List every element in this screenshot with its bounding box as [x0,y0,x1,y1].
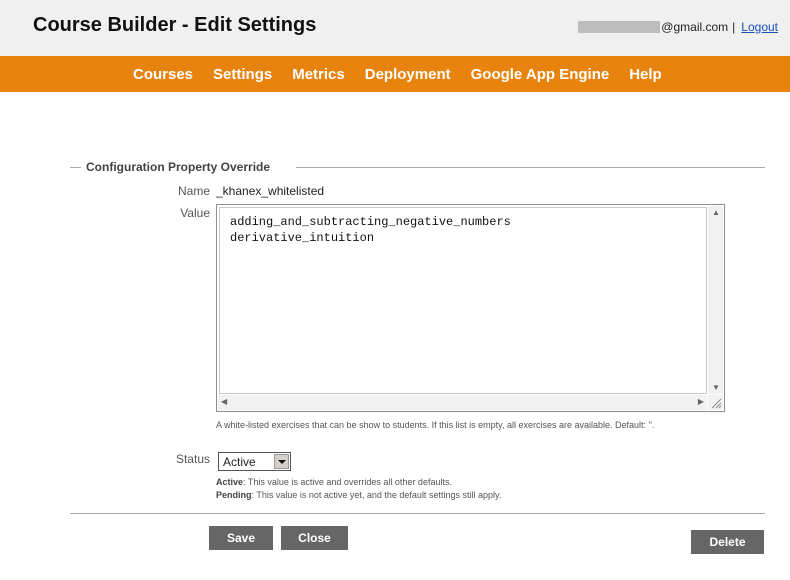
scroll-left-icon[interactable]: ◀ [221,397,227,406]
property-name: _khanex_whitelisted [216,184,325,198]
status-help: Active: This value is active and overrid… [216,476,501,502]
textarea-edit-area[interactable]: adding_and_subtracting_negative_numbers … [219,207,707,394]
nav-help[interactable]: Help [629,66,662,83]
user-info: @gmail.com | Logout [578,20,778,34]
pending-desc: : This value is not active yet, and the … [251,490,502,500]
logout-link[interactable]: Logout [741,20,778,34]
scroll-up-icon[interactable]: ▲ [712,208,720,217]
save-button[interactable]: Save [209,526,273,550]
active-help-line: Active: This value is active and overrid… [216,476,501,489]
main-nav: Courses Settings Metrics Deployment Goog… [0,56,790,92]
fieldset-border-right [296,167,765,168]
status-label: Status [175,452,210,466]
nav-metrics[interactable]: Metrics [292,66,345,83]
email-domain: @gmail.com [661,20,729,34]
fieldset-legend: Configuration Property Override [86,160,271,174]
header-separator: | [732,20,736,34]
nav-settings[interactable]: Settings [213,66,272,83]
status-select[interactable]: Active [218,452,291,471]
delete-button[interactable]: Delete [691,530,764,554]
scroll-down-icon[interactable]: ▼ [712,383,720,392]
form-divider [70,513,765,514]
resize-grip-icon[interactable] [708,395,723,410]
value-label: Value [180,206,210,220]
app-header: Course Builder - Edit Settings @gmail.co… [0,0,790,56]
nav-deployment[interactable]: Deployment [365,66,451,83]
redacted-email [578,21,661,33]
active-term: Active [216,477,244,487]
close-button[interactable]: Close [281,526,348,550]
nav-courses[interactable]: Courses [133,66,193,83]
chevron-down-icon[interactable] [274,454,289,469]
value-help-text: A white-listed exercises that can be sho… [216,420,655,430]
horizontal-scrollbar[interactable]: ◀ ▶ [218,395,707,410]
pending-help-line: Pending: This value is not active yet, a… [216,489,501,502]
active-desc: : This value is active and overrides all… [243,477,452,487]
fieldset-border-left [70,167,81,168]
status-selected-value: Active [223,455,256,469]
textarea-content: adding_and_subtracting_negative_numbers … [230,215,511,245]
page-title: Course Builder - Edit Settings [33,14,317,36]
value-textarea[interactable]: adding_and_subtracting_negative_numbers … [216,204,725,412]
nav-google-app-engine[interactable]: Google App Engine [471,66,610,83]
pending-term: Pending [216,490,252,500]
name-label: Name [177,184,210,198]
vertical-scrollbar[interactable]: ▲ ▼ [708,206,723,394]
scroll-right-icon[interactable]: ▶ [698,397,704,406]
